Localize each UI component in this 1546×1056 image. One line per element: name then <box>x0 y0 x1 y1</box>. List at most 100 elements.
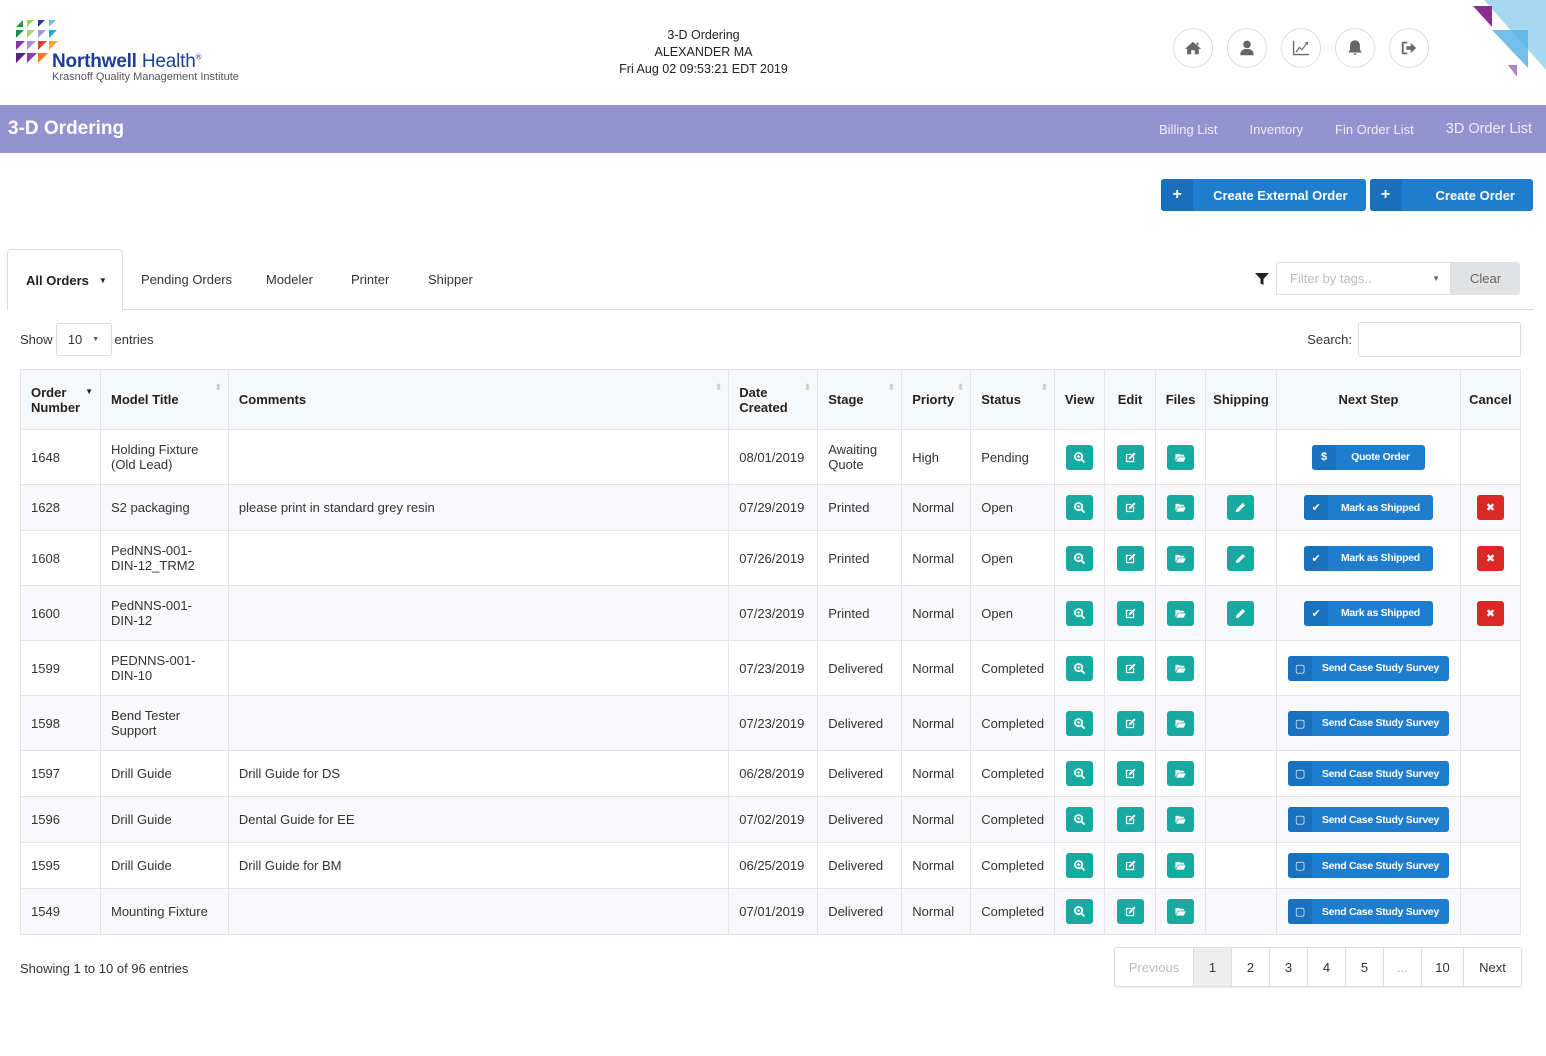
next-step-button[interactable]: ▢ Send Case Study Survey <box>1287 655 1449 681</box>
tab-pending-orders[interactable]: Pending Orders <box>141 249 232 310</box>
caret-down-icon: ▼ <box>98 275 107 285</box>
nav-link-fin-order-list[interactable]: Fin Order List <box>1335 122 1414 137</box>
files-button[interactable] <box>1167 807 1194 832</box>
table-row: 1628 S2 packaging please print in standard… <box>20 484 1522 531</box>
create-order-button[interactable]: + Create Order <box>1369 179 1533 211</box>
tag-filter-select[interactable]: Filter by tags.. ▼ <box>1276 262 1451 295</box>
edit-button[interactable] <box>1116 899 1144 924</box>
cell-date-created: 07/23/2019 <box>728 640 819 696</box>
files-button[interactable] <box>1167 600 1194 626</box>
edit-button[interactable] <box>1116 444 1144 470</box>
files-button[interactable] <box>1167 655 1194 681</box>
edit-button[interactable] <box>1116 853 1144 878</box>
tab-shipper[interactable]: Shipper <box>428 249 473 310</box>
edit-button[interactable] <box>1116 545 1144 571</box>
pagination-page-1[interactable]: 1 <box>1193 948 1231 986</box>
create-external-order-button[interactable]: + Create External Order <box>1161 179 1366 211</box>
edit-button[interactable] <box>1116 600 1144 626</box>
pagination-page-10[interactable]: 10 <box>1421 948 1463 986</box>
view-button[interactable] <box>1066 600 1094 626</box>
table-row: 1598 Bend Tester Support 07/23/2019 Deliver… <box>20 695 1522 751</box>
view-button[interactable] <box>1066 899 1094 924</box>
next-step-button[interactable]: ▢ Send Case Study Survey <box>1287 807 1449 832</box>
col-date-created[interactable]: Date Created <box>728 369 819 430</box>
col-model-title[interactable]: Model Title <box>99 369 229 430</box>
cell-edit <box>1104 640 1157 696</box>
search-input[interactable] <box>1358 322 1521 357</box>
next-step-button[interactable]: ✔ Mark as Shipped <box>1303 545 1433 571</box>
next-step-button[interactable]: ✔ Mark as Shipped <box>1303 495 1433 520</box>
nav-link-3d-order-list[interactable]: 3D Order List <box>1446 121 1532 137</box>
edit-button[interactable] <box>1116 761 1144 786</box>
cell-comments <box>227 585 730 641</box>
logout-button[interactable] <box>1389 28 1429 68</box>
view-button[interactable] <box>1066 807 1094 832</box>
shipping-button[interactable] <box>1227 600 1255 626</box>
pagination-page-2[interactable]: 2 <box>1231 948 1269 986</box>
col-comments[interactable]: Comments <box>227 369 730 430</box>
northwell-logo[interactable]: Northwell Health® Krasnoff Quality Manag… <box>16 20 276 90</box>
tab-all-orders[interactable]: All Orders ▼ <box>7 249 123 311</box>
view-button[interactable] <box>1066 655 1094 681</box>
next-step-button[interactable]: ▢ Send Case Study Survey <box>1287 761 1449 786</box>
entries-per-page-select[interactable]: 10 ▼ <box>55 323 112 356</box>
cancel-order-button[interactable]: ✖ <box>1476 600 1504 626</box>
shipping-button[interactable] <box>1227 545 1255 571</box>
view-button[interactable] <box>1066 710 1094 736</box>
view-button[interactable] <box>1066 495 1094 520</box>
cell-model-title: S2 packaging <box>99 484 229 531</box>
logo-brand-bold: Northwell <box>52 51 137 72</box>
clear-filter-button[interactable]: Clear <box>1451 262 1520 295</box>
files-button[interactable] <box>1167 899 1194 924</box>
profile-button[interactable] <box>1227 28 1267 68</box>
tab-modeler[interactable]: Modeler <box>266 249 313 310</box>
pagination-previous[interactable]: Previous <box>1115 948 1193 986</box>
edit-button[interactable] <box>1116 807 1144 832</box>
files-button[interactable] <box>1167 853 1194 878</box>
tab-printer[interactable]: Printer <box>351 249 389 310</box>
logo-subtitle: Krasnoff Quality Management Institute <box>52 71 239 83</box>
cancel-order-button[interactable]: ✖ <box>1476 495 1504 520</box>
next-step-button[interactable]: ✔ Mark as Shipped <box>1303 600 1433 626</box>
view-button[interactable] <box>1066 853 1094 878</box>
col-order-number[interactable]: Order Number <box>20 369 101 430</box>
pagination-next[interactable]: Next <box>1463 948 1521 986</box>
cancel-order-button[interactable]: ✖ <box>1476 545 1504 571</box>
reports-button[interactable] <box>1281 28 1321 68</box>
cell-priority: Normal <box>901 695 972 751</box>
files-button[interactable] <box>1167 545 1194 571</box>
home-button[interactable] <box>1173 28 1213 68</box>
edit-button[interactable] <box>1116 710 1144 736</box>
view-button[interactable] <box>1066 545 1094 571</box>
pagination-page-4[interactable]: 4 <box>1307 948 1345 986</box>
col-priority[interactable]: Priorty <box>901 369 972 430</box>
files-button[interactable] <box>1167 761 1194 786</box>
edit-button[interactable] <box>1116 495 1144 520</box>
pagination-page-5[interactable]: 5 <box>1345 948 1383 986</box>
files-button[interactable] <box>1167 710 1194 736</box>
shipping-button[interactable] <box>1227 495 1255 520</box>
view-button[interactable] <box>1066 444 1094 470</box>
cell-cancel <box>1459 640 1522 696</box>
pagination-page-3[interactable]: 3 <box>1269 948 1307 986</box>
nav-link-inventory[interactable]: Inventory <box>1250 122 1303 137</box>
files-button[interactable] <box>1167 495 1194 520</box>
col-stage[interactable]: Stage <box>817 369 903 430</box>
tag-filter-placeholder: Filter by tags.. <box>1290 271 1372 286</box>
edit-button[interactable] <box>1116 655 1144 681</box>
cell-shipping <box>1204 888 1277 935</box>
cell-shipping <box>1204 750 1277 797</box>
files-button[interactable] <box>1167 444 1194 470</box>
view-button[interactable] <box>1066 761 1094 786</box>
edit-icon <box>1125 860 1136 871</box>
nav-link-billing-list[interactable]: Billing List <box>1159 122 1218 137</box>
bell-icon <box>1348 40 1362 55</box>
col-status[interactable]: Status <box>970 369 1056 430</box>
cell-priority: Normal <box>901 842 972 889</box>
next-step-button[interactable]: ▢ Send Case Study Survey <box>1287 853 1449 878</box>
next-step-button[interactable]: ▢ Send Case Study Survey <box>1287 710 1449 736</box>
next-step-button[interactable]: $ Quote Order <box>1311 444 1425 470</box>
notifications-button[interactable] <box>1335 28 1375 68</box>
next-step-button[interactable]: ▢ Send Case Study Survey <box>1287 899 1449 924</box>
filter-icon <box>1255 272 1269 285</box>
